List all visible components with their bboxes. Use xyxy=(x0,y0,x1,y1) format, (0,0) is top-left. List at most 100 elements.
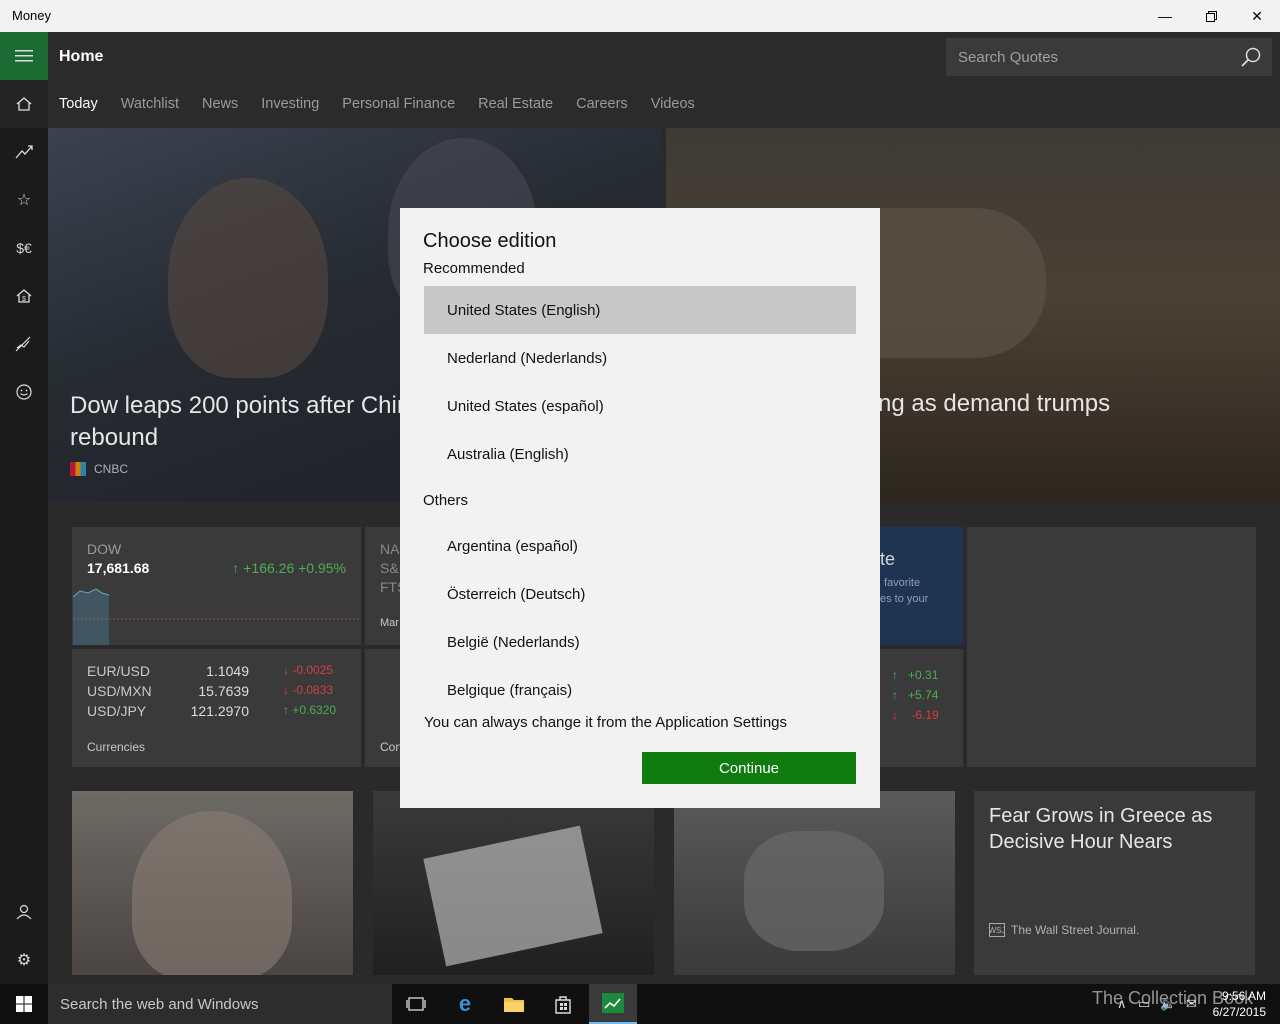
edition-option[interactable]: United States (español) xyxy=(424,382,856,430)
star-icon: ☆ xyxy=(16,192,32,209)
edition-option[interactable]: België (Nederlands) xyxy=(424,618,856,666)
minimize-button[interactable]: — xyxy=(1142,0,1188,32)
taskbar: Search the web and Windows e The Collect… xyxy=(0,984,1280,1024)
edge-browser-button[interactable]: e xyxy=(441,984,489,1024)
person-icon xyxy=(16,904,32,920)
nav-account[interactable] xyxy=(0,888,48,936)
news-source: WSJ The Wall Street Journal. xyxy=(988,923,1140,937)
mover-change: ↓ -6.19 xyxy=(892,708,939,722)
nav-markets[interactable] xyxy=(0,128,48,176)
app-header: Home Search Quotes Today Watchlist News … xyxy=(48,32,1280,128)
money-app-icon xyxy=(602,993,624,1013)
nav-feedback[interactable] xyxy=(0,368,48,416)
search-quotes-box[interactable]: Search Quotes xyxy=(946,38,1272,76)
tab-today[interactable]: Today xyxy=(59,96,98,112)
edition-option[interactable]: United States (English) xyxy=(424,286,856,334)
nav-rail: ☆ $€ $ ⚙ xyxy=(0,32,48,984)
edition-option[interactable]: Argentina (español) xyxy=(424,522,856,570)
recommended-header: Recommended xyxy=(423,260,525,277)
nav-mortgage-calculator[interactable] xyxy=(0,320,48,368)
tab-careers[interactable]: Careers xyxy=(576,96,628,112)
tab-personal-finance[interactable]: Personal Finance xyxy=(342,96,455,112)
window-title: Money xyxy=(12,8,52,23)
edge-icon: e xyxy=(458,991,472,1016)
search-quotes-input[interactable]: Search Quotes xyxy=(958,49,1058,66)
page-title: Home xyxy=(59,48,104,65)
hero-source: CNBC xyxy=(70,462,128,476)
tab-investing[interactable]: Investing xyxy=(261,96,319,112)
cnbc-logo-icon xyxy=(70,462,86,476)
movers-tile[interactable]: ↑ +0.31 ↑ +5.74 ↓ -6.19 xyxy=(880,649,963,767)
currency-row: USD/JPY 121.2970 ↑ +0.6320 xyxy=(87,703,337,719)
search-icon[interactable] xyxy=(1240,46,1262,68)
taskbar-search-input[interactable]: Search the web and Windows xyxy=(60,996,258,1013)
taskbar-search-box[interactable]: Search the web and Windows xyxy=(48,984,392,1024)
tray-chevron-icon[interactable]: ∧ xyxy=(1117,996,1127,1012)
section-tabs: Today Watchlist News Investing Personal … xyxy=(59,96,718,112)
hero-headline-right: ng as demand trumps xyxy=(878,390,1111,417)
empty-tile xyxy=(967,527,1256,767)
smiley-icon xyxy=(16,384,32,400)
nav-currencies[interactable]: $€ xyxy=(0,224,48,272)
indices-tile[interactable]: NA S& FTS Mar xyxy=(365,527,406,645)
dow-tile[interactable]: DOW 17,681.68 ↑ +166.26 +0.95% xyxy=(72,527,361,645)
tab-news[interactable]: News xyxy=(202,96,238,112)
index-name: S& xyxy=(380,560,399,576)
watchlist-promo-tile[interactable]: te favorite es to your xyxy=(880,527,963,645)
dialog-title: Choose edition xyxy=(423,230,557,252)
news-card-image[interactable] xyxy=(72,791,353,975)
svg-text:$: $ xyxy=(22,296,26,303)
nav-settings[interactable]: ⚙ xyxy=(0,936,48,984)
store-icon xyxy=(555,996,571,1014)
nav-real-estate[interactable]: $ xyxy=(0,272,48,320)
currencies-label: Currencies xyxy=(87,740,146,754)
clock-date: 6/27/2015 xyxy=(1212,1005,1266,1019)
continue-button[interactable]: Continue xyxy=(642,752,856,784)
task-view-button[interactable] xyxy=(392,984,440,1024)
news-card-image[interactable] xyxy=(674,791,955,975)
start-button[interactable] xyxy=(0,984,48,1024)
edition-option[interactable]: Australia (English) xyxy=(424,430,856,478)
restore-icon xyxy=(1205,10,1217,22)
steering-wheel-image xyxy=(744,831,884,951)
close-button[interactable]: ✕ xyxy=(1234,0,1280,32)
news-card-text[interactable]: Fear Grows in Greece as Decisive Hour Ne… xyxy=(974,791,1255,975)
tab-watchlist[interactable]: Watchlist xyxy=(121,96,179,112)
news-card-image[interactable] xyxy=(373,791,654,975)
tab-real-estate[interactable]: Real Estate xyxy=(478,96,553,112)
title-bar: Money — ✕ xyxy=(0,0,1280,32)
dow-change: ↑ +166.26 +0.95% xyxy=(232,560,346,576)
hamburger-icon xyxy=(15,50,33,62)
mover-change: ↑ +0.31 xyxy=(892,668,939,682)
others-header: Others xyxy=(423,492,469,509)
commodities-tile[interactable]: Con xyxy=(365,649,405,767)
volume-icon[interactable]: 🔈 xyxy=(1160,996,1176,1012)
nav-home[interactable] xyxy=(0,80,48,128)
promo-text: es to your xyxy=(880,593,929,605)
edition-option[interactable]: Österreich (Deutsch) xyxy=(424,570,856,618)
nav-watchlist[interactable]: ☆ xyxy=(0,176,48,224)
news-headline: Fear Grows in Greece as Decisive Hour Ne… xyxy=(989,805,1213,853)
commodities-label: Con xyxy=(380,740,403,754)
restore-button[interactable] xyxy=(1188,0,1234,32)
home-icon xyxy=(16,97,32,111)
index-name: NA xyxy=(380,541,400,557)
index-label: Mar xyxy=(380,617,399,629)
promo-text: favorite xyxy=(884,577,921,589)
store-button[interactable] xyxy=(539,984,587,1024)
file-explorer-button[interactable] xyxy=(490,984,538,1024)
task-view-icon xyxy=(406,997,426,1011)
house-dollar-icon: $ xyxy=(16,289,32,303)
tab-videos[interactable]: Videos xyxy=(651,96,695,112)
hamburger-menu-button[interactable] xyxy=(0,32,48,80)
action-center-icon[interactable]: ✉ xyxy=(1186,996,1197,1012)
edition-option[interactable]: Belgique (français) xyxy=(424,666,856,714)
dialog-hint: You can always change it from the Applic… xyxy=(424,714,788,731)
currencies-tile[interactable]: EUR/USD 1.1049 ↓ -0.0025 USD/MXN 15.7639 ↓ -… xyxy=(72,649,361,767)
clock-time: 9:56 AM xyxy=(1221,989,1266,1003)
clock[interactable]: 9:56 AM 6/27/2015 xyxy=(1213,988,1266,1020)
edition-option[interactable]: Nederland (Nederlands) xyxy=(424,334,856,382)
money-app-button[interactable] xyxy=(589,984,637,1024)
trend-icon xyxy=(15,145,33,159)
network-icon[interactable]: ▭ xyxy=(1138,996,1150,1012)
